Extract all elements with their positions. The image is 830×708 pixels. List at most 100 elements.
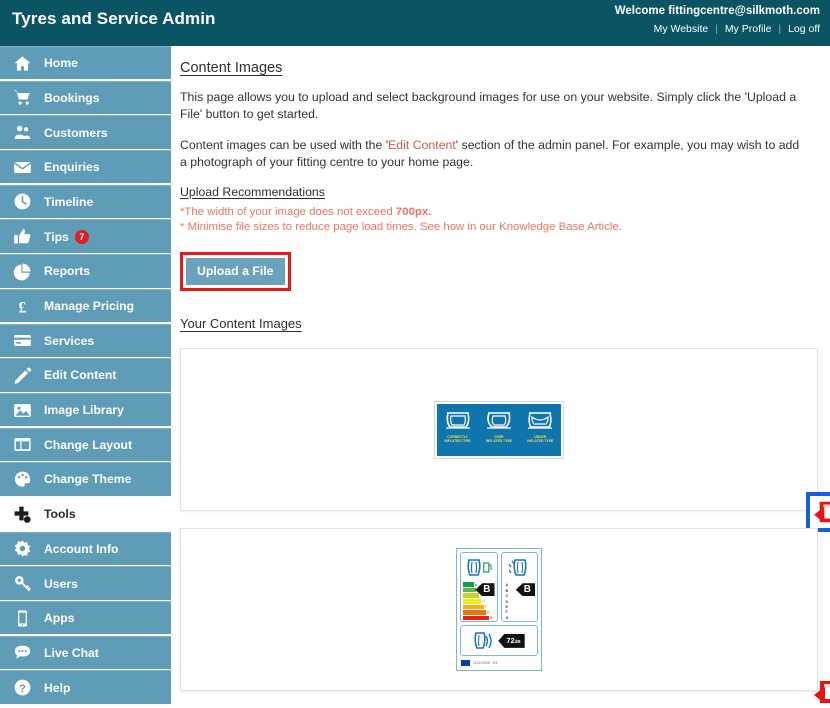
tyre-rain-icon [508,558,527,576]
chat-icon [0,643,44,662]
sidebar-item-label: Home [44,56,78,71]
cart-icon [0,88,44,107]
tools-icon [0,505,44,524]
header-links: My Website | My Profile | Log off [654,23,820,35]
sidebar-item-timeline[interactable]: Timeline [0,184,171,219]
gear-icon [0,539,44,558]
sidebar-item-label: Timeline [44,194,94,209]
main-content-area: Content Images This page allows you to u… [171,46,830,708]
sidebar-item-account-info[interactable]: Account Info [0,531,171,566]
sidebar-item-bookings[interactable]: Bookings [0,80,171,115]
my-website-link[interactable]: My Website [654,23,709,35]
sidebar-item-label: Manage Pricing [44,299,135,313]
inflation-caption-under: UNDER INFLATED TYRE [527,434,554,443]
svg-text:?: ? [19,683,26,695]
fuel-pictogram [461,553,497,580]
layout-icon [0,435,44,454]
tyre-under-icon [528,411,553,429]
upload-a-file-button[interactable]: Upload a File [186,258,285,286]
sidebar-item-home[interactable]: Home [0,46,171,80]
sidebar-item-label: Live Chat [44,645,99,660]
edit-content-link[interactable]: Edit Content [388,138,456,152]
trash-icon [814,681,830,704]
image-icon [0,401,44,420]
sidebar-item-services[interactable]: Services [0,323,171,357]
sidebar-item-change-theme[interactable]: Change Theme [0,462,171,496]
content-image-card[interactable]: A B C D E F G B [180,528,830,704]
content-image-card[interactable]: CORRECTLY INFLATED TYRE OVER INFLATED TY… [180,348,830,533]
tyre-over-icon [486,411,511,429]
sidebar-item-tools[interactable]: Tools [0,496,171,531]
wet-grip-box: ABCDEFG B [500,552,538,623]
tyre-correct-icon [445,411,470,429]
sidebar-item-live-chat[interactable]: Live Chat [0,635,171,670]
delete-image-button[interactable] [806,492,830,533]
noise-box: 72dB [460,625,538,657]
clock-icon [0,192,44,211]
sidebar-item-badge: 7 [74,229,89,244]
sidebar-item-label: Reports [44,264,91,279]
inflation-caption-over: OVER INFLATED TYRE [485,434,513,443]
sidebar-item-apps[interactable]: Apps [0,601,171,635]
sidebar-item-edit-content[interactable]: Edit Content [0,358,171,392]
tyre-icon [467,558,481,576]
envelope-icon [0,158,44,177]
sidebar-item-label: Account Info [44,541,119,556]
tyre-inflation-diagram-thumbnail[interactable]: CORRECTLY INFLATED TYRE OVER INFLATED TY… [434,400,564,459]
sidebar-item-users[interactable]: Users [0,566,171,600]
sidebar-item-customers[interactable]: Customers [0,115,171,149]
sidebar-item-manage-pricing[interactable]: £ Manage Pricing [0,288,171,323]
app-title: Tyres and Service Admin [12,9,216,28]
sidebar-navigation: Home Bookings Customers Enquiries Timeline Ti… [0,46,171,708]
welcome-text: Welcome fittingcentre@silkmoth.com [614,5,820,17]
wet-grip-pictogram [502,553,538,580]
link-separator: | [715,23,718,35]
sidebar-item-label: Bookings [44,90,100,105]
recommendation-line-2: * Minimise file sizes to reduce page loa… [180,221,622,233]
inflation-caption-correct: CORRECTLY INFLATED TYRE [444,434,471,443]
sidebar-item-label: Services [44,333,95,348]
noise-value-flag: 72dB [498,633,525,648]
sidebar-item-help[interactable]: ? Help [0,670,171,704]
sidebar-item-image-library[interactable]: Image Library [0,392,171,427]
pie-chart-icon [0,262,44,281]
sidebar-item-change-layout[interactable]: Change Layout [0,427,171,461]
card-icon [0,331,44,350]
inflation-cell-correct: CORRECTLY INFLATED TYRE [437,404,478,456]
page-title: Content Images [180,60,283,76]
your-content-images-title: Your Content Images [180,316,302,332]
mobile-icon [0,609,44,628]
paint-icon [0,470,44,489]
recommendation-1-text: *The width of your image does not exceed [180,206,396,218]
delete-image-button[interactable] [812,677,830,707]
fuel-efficiency-box: A B C D E F G B [460,552,498,623]
eu-label-footer: 1222/2009 - B1 [460,659,538,667]
sidebar-item-label: Edit Content [44,368,117,383]
sidebar-item-reports[interactable]: Reports [0,254,171,288]
home-icon [0,54,44,73]
recommendation-1-bold: 700px. [395,206,432,218]
key-icon [0,574,44,593]
trash-icon [814,502,830,523]
sidebar-item-label: Help [44,680,71,695]
sidebar-item-label: Apps [44,611,75,626]
inflation-cell-under: UNDER INFLATED TYRE [520,404,561,456]
sidebar-item-label: Tips 7 [44,229,89,244]
my-profile-link[interactable]: My Profile [725,23,772,35]
eu-tyre-label-thumbnail[interactable]: A B C D E F G B [456,548,542,672]
sidebar-item-tips[interactable]: Tips 7 [0,219,171,253]
regulation-text: 1222/2009 - B1 [473,661,498,666]
sidebar-item-label: Enquiries [44,160,100,175]
sidebar-item-label: Change Theme [44,472,132,487]
tyre-noise-icon [474,632,493,649]
sidebar-item-label: Image Library [44,403,124,418]
pencil-icon [0,366,44,385]
sidebar-item-label: Tools [44,507,76,522]
fuel-pump-icon [482,562,492,573]
log-off-link[interactable]: Log off [788,23,820,35]
sidebar-item-enquiries[interactable]: Enquiries [0,150,171,184]
sidebar-item-label: Users [44,576,78,591]
top-header-bar: Tyres and Service Admin Welcome fittingc… [0,0,830,46]
para2-before: Content images can be used with the ' [180,138,389,152]
sidebar-item-label: Customers [44,125,108,140]
